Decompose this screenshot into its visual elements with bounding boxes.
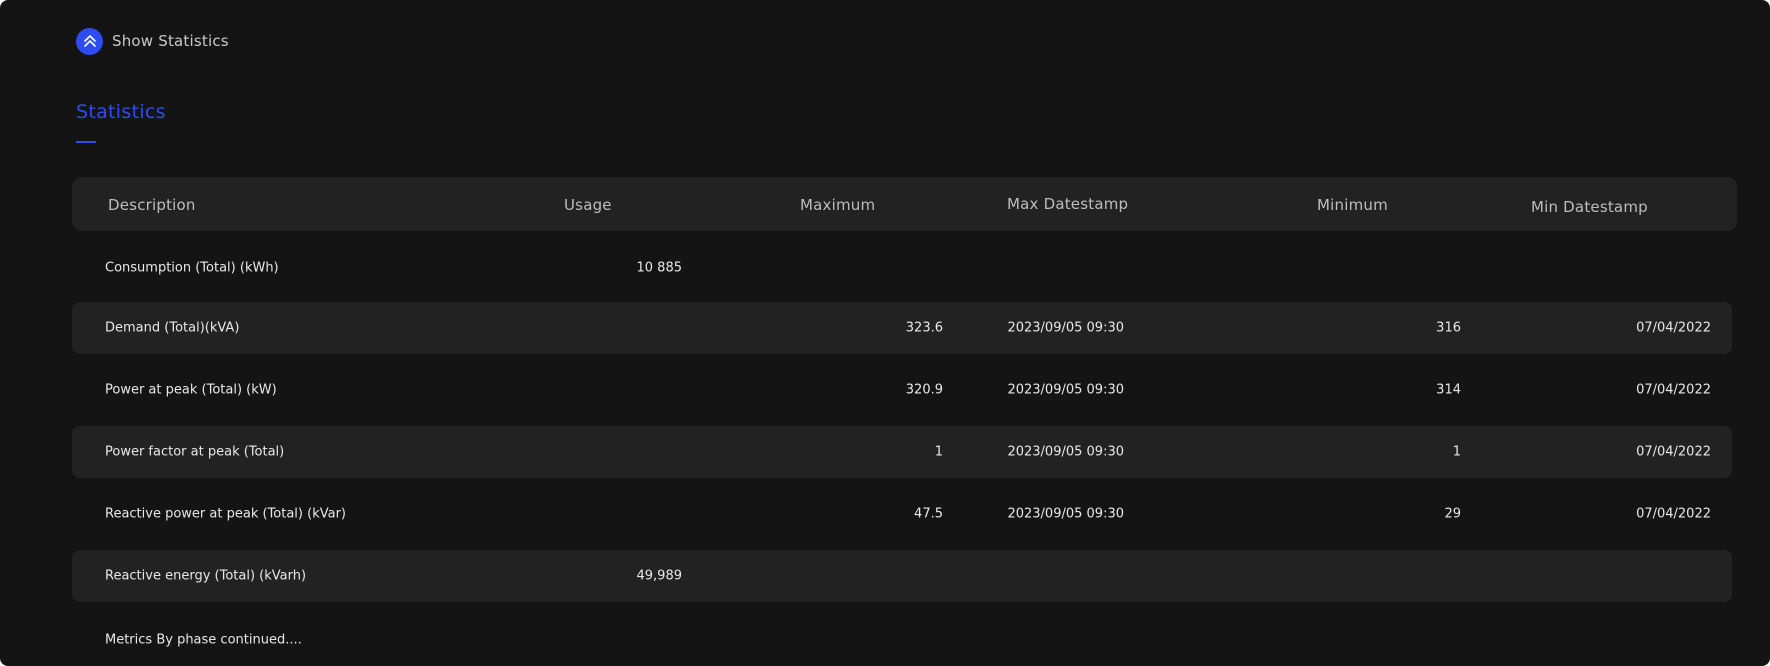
cell-max-datestamp: 2023/09/05 09:30 (1007, 444, 1124, 460)
table-row: Reactive power at peak (Total) (kVar) 47… (72, 488, 1732, 540)
statistics-panel: Show Statistics Statistics Description U… (0, 0, 1770, 666)
column-header-max-datestamp: Max Datestamp (1007, 195, 1129, 213)
cell-min-datestamp: 07/04/2022 (1636, 320, 1711, 336)
cell-usage: 49,989 (636, 568, 683, 584)
chevrons-up-icon[interactable] (76, 27, 103, 55)
show-statistics-toggle[interactable]: Show Statistics (76, 27, 229, 55)
cell-max-datestamp: 2023/09/05 09:30 (1007, 382, 1124, 398)
cell-maximum: 47.5 (914, 506, 943, 522)
column-header-usage: Usage (564, 196, 612, 214)
cell-minimum: 29 (1444, 506, 1461, 522)
cell-maximum: 1 (934, 444, 943, 460)
table-row: Demand (Total)(kVA) 323.6 2023/09/05 09:… (72, 302, 1732, 354)
cell-description: Demand (Total)(kVA) (105, 320, 240, 336)
cell-description: Power factor at peak (Total) (105, 444, 285, 460)
cell-maximum: 320.9 (905, 382, 943, 398)
cell-min-datestamp: 07/04/2022 (1636, 444, 1711, 460)
table-row[interactable]: Metrics By phase continued.... (72, 614, 1732, 666)
cell-description: Reactive power at peak (Total) (kVar) (105, 506, 346, 522)
section-title: Statistics (76, 101, 166, 123)
cell-description: Power at peak (Total) (kW) (105, 382, 277, 398)
cell-minimum: 1 (1452, 444, 1461, 460)
table-row: Power factor at peak (Total) 1 2023/09/0… (72, 426, 1732, 478)
column-header-description: Description (108, 196, 196, 214)
cell-min-datestamp: 07/04/2022 (1636, 506, 1711, 522)
cell-description: Consumption (Total) (kWh) (105, 260, 279, 276)
show-statistics-label[interactable]: Show Statistics (112, 32, 229, 50)
column-header-maximum: Maximum (800, 196, 876, 214)
cell-max-datestamp: 2023/09/05 09:30 (1007, 320, 1124, 336)
table-header: Description Usage Maximum Max Datestamp … (72, 177, 1737, 231)
table-row: Power at peak (Total) (kW) 320.9 2023/09… (72, 364, 1732, 416)
title-underline (76, 141, 96, 143)
cell-usage: 10 885 (636, 260, 683, 276)
column-header-minimum: Minimum (1317, 196, 1388, 214)
column-header-min-datestamp: Min Datestamp (1531, 198, 1648, 216)
table-row: Reactive energy (Total) (kVarh) 49,989 (72, 550, 1732, 602)
cell-description[interactable]: Metrics By phase continued.... (105, 633, 302, 648)
cell-minimum: 314 (1436, 382, 1461, 398)
cell-description: Reactive energy (Total) (kVarh) (105, 568, 307, 584)
cell-minimum: 316 (1436, 320, 1461, 336)
table-row: Consumption (Total) (kWh) 10 885 (72, 242, 1732, 294)
cell-max-datestamp: 2023/09/05 09:30 (1007, 506, 1124, 522)
cell-maximum: 323.6 (905, 320, 943, 336)
cell-min-datestamp: 07/04/2022 (1636, 382, 1711, 398)
